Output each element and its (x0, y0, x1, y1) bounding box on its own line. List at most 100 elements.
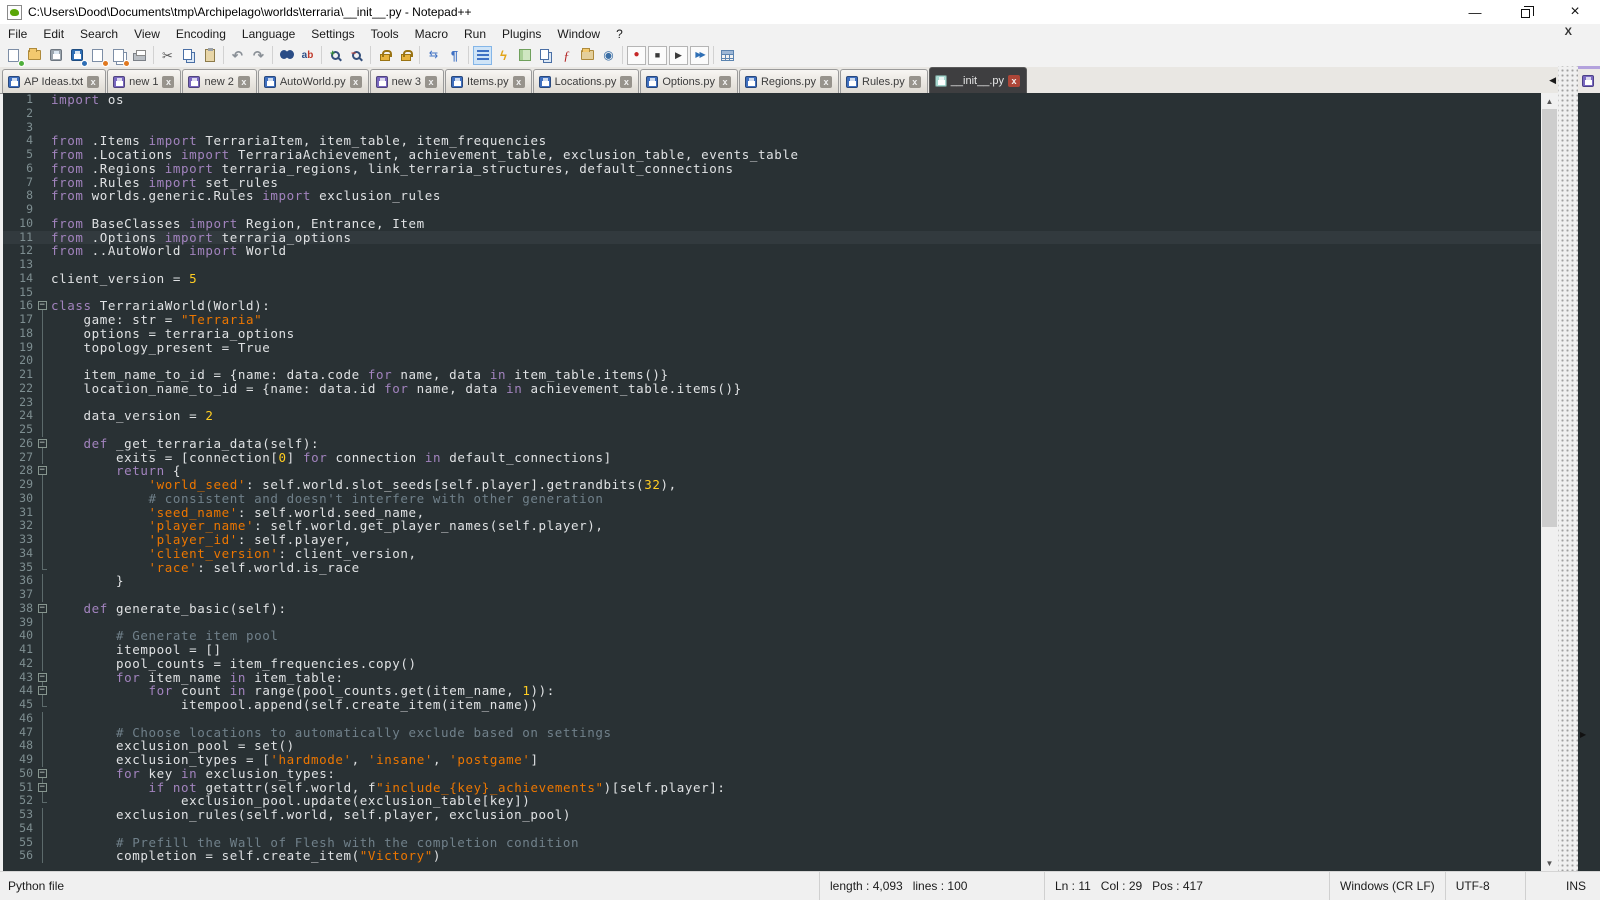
code-line[interactable]: 21 item_name_to_id = {name: data.code fo… (3, 368, 1541, 382)
fold-margin[interactable]: − (35, 464, 51, 478)
fold-margin[interactable] (35, 451, 51, 465)
zoom-in-icon[interactable]: + (326, 46, 345, 65)
code-line[interactable]: 14client_version = 5 (3, 272, 1541, 286)
line-number[interactable]: 42 (3, 657, 35, 671)
code-line[interactable]: 42 pool_counts = item_frequencies.copy() (3, 657, 1541, 671)
line-number[interactable]: 34 (3, 547, 35, 561)
tab-close-icon[interactable]: x (238, 76, 250, 88)
code-line[interactable]: 12from ..AutoWorld import World (3, 244, 1541, 258)
line-number[interactable]: 43 (3, 671, 35, 685)
sync-scroll-horizontal-icon[interactable] (396, 46, 415, 65)
fold-margin[interactable] (35, 203, 51, 217)
fold-margin[interactable] (35, 574, 51, 588)
line-number[interactable]: 38 (3, 602, 35, 616)
fold-margin[interactable] (35, 643, 51, 657)
line-number[interactable]: 33 (3, 533, 35, 547)
line-number[interactable]: 20 (3, 354, 35, 368)
folder-as-workspace-icon[interactable] (578, 46, 597, 65)
fold-margin[interactable] (35, 162, 51, 176)
code-line[interactable]: 43− for item_name in item_table: (3, 671, 1541, 685)
tab-items-py[interactable]: Items.pyx (445, 69, 532, 93)
code-line[interactable]: 26− def _get_terraria_data(self): (3, 437, 1541, 451)
tab-close-icon[interactable]: x (719, 76, 731, 88)
code-line[interactable]: 41 itempool = [] (3, 643, 1541, 657)
code-line[interactable]: 51− if not getattr(self.world, f"include… (3, 781, 1541, 795)
code-line[interactable]: 48 exclusion_pool = set() (3, 739, 1541, 753)
macro-save-icon[interactable] (718, 46, 737, 65)
zoom-out-icon[interactable]: − (347, 46, 366, 65)
menu-item-encoding[interactable]: Encoding (168, 25, 234, 43)
line-number[interactable]: 45 (3, 698, 35, 712)
fold-margin[interactable] (35, 753, 51, 767)
fold-margin[interactable] (35, 93, 51, 107)
code-line[interactable]: 53 exclusion_rules(self.world, self.play… (3, 808, 1541, 822)
tab-new-1[interactable]: new 1x (107, 69, 181, 93)
fold-margin[interactable] (35, 836, 51, 850)
code-line[interactable]: 44− for count in range(pool_counts.get(i… (3, 684, 1541, 698)
line-number[interactable]: 35 (3, 561, 35, 575)
function-completion-icon[interactable]: ϟ (494, 46, 513, 65)
menu-item-settings[interactable]: Settings (303, 25, 362, 43)
menu-item-search[interactable]: Search (72, 25, 126, 43)
tab-scroll-left-icon[interactable]: ◀ (1549, 75, 1556, 86)
line-number[interactable]: 54 (3, 822, 35, 836)
line-number[interactable]: 15 (3, 286, 35, 300)
line-number[interactable]: 46 (3, 712, 35, 726)
fold-margin[interactable] (35, 107, 51, 121)
line-number[interactable]: 18 (3, 327, 35, 341)
save-icon[interactable] (46, 46, 65, 65)
fold-margin[interactable] (35, 121, 51, 135)
code-line[interactable]: 4from .Items import TerrariaItem, item_t… (3, 134, 1541, 148)
fold-margin[interactable]: − (35, 299, 51, 313)
save-all-icon[interactable] (67, 46, 86, 65)
line-number[interactable]: 3 (3, 121, 35, 135)
fold-margin[interactable] (35, 148, 51, 162)
vertical-scrollbar[interactable]: ▲ ▼ (1541, 93, 1558, 871)
macro-stop-icon[interactable]: ■ (648, 46, 667, 65)
line-number[interactable]: 24 (3, 409, 35, 423)
fold-margin[interactable] (35, 382, 51, 396)
tab-ap-ideas-txt[interactable]: AP Ideas.txtx (2, 69, 106, 93)
line-number[interactable]: 11 (3, 231, 35, 245)
menu-item-?[interactable]: ? (608, 25, 631, 43)
tab-close-icon[interactable]: x (820, 76, 832, 88)
line-number[interactable]: 5 (3, 148, 35, 162)
tab-scroll-right-icon[interactable]: ▶ (1580, 730, 1586, 739)
line-number[interactable]: 14 (3, 272, 35, 286)
fold-margin[interactable]: − (35, 767, 51, 781)
line-number[interactable]: 10 (3, 217, 35, 231)
code-line[interactable]: 25 (3, 423, 1541, 437)
code-line[interactable]: 7from .Rules import set_rules (3, 176, 1541, 190)
fold-margin[interactable]: − (35, 781, 51, 795)
fold-margin[interactable] (35, 423, 51, 437)
code-line[interactable]: 36 } (3, 574, 1541, 588)
line-number[interactable]: 23 (3, 396, 35, 410)
undo-icon[interactable]: ↶ (228, 46, 247, 65)
code-line[interactable]: 28− return { (3, 464, 1541, 478)
fold-margin[interactable] (35, 313, 51, 327)
fold-margin[interactable] (35, 657, 51, 671)
line-number[interactable]: 55 (3, 836, 35, 850)
fold-margin[interactable] (35, 231, 51, 245)
menu-item-window[interactable]: Window (549, 25, 608, 43)
code-line[interactable]: 50− for key in exclusion_types: (3, 767, 1541, 781)
fold-margin[interactable]: − (35, 671, 51, 685)
line-number[interactable]: 39 (3, 616, 35, 630)
fold-margin[interactable] (35, 244, 51, 258)
line-number[interactable]: 28 (3, 464, 35, 478)
line-number[interactable]: 56 (3, 849, 35, 863)
code-line[interactable]: 24 data_version = 2 (3, 409, 1541, 423)
code-line[interactable]: 46 (3, 712, 1541, 726)
menubar-close-document-icon[interactable]: X (1565, 26, 1572, 38)
fold-margin[interactable] (35, 808, 51, 822)
code-line[interactable]: 19 topology_present = True (3, 341, 1541, 355)
fold-margin[interactable] (35, 272, 51, 286)
fold-margin[interactable] (35, 519, 51, 533)
line-number[interactable]: 8 (3, 189, 35, 203)
line-number[interactable]: 41 (3, 643, 35, 657)
open-folder-icon[interactable] (25, 46, 44, 65)
line-number[interactable]: 13 (3, 258, 35, 272)
macro-run-multiple-icon[interactable]: ▶▶ (690, 46, 709, 65)
code-line[interactable]: 5from .Locations import TerrariaAchievem… (3, 148, 1541, 162)
code-line[interactable]: 32 'player_name': self.world.get_player_… (3, 519, 1541, 533)
